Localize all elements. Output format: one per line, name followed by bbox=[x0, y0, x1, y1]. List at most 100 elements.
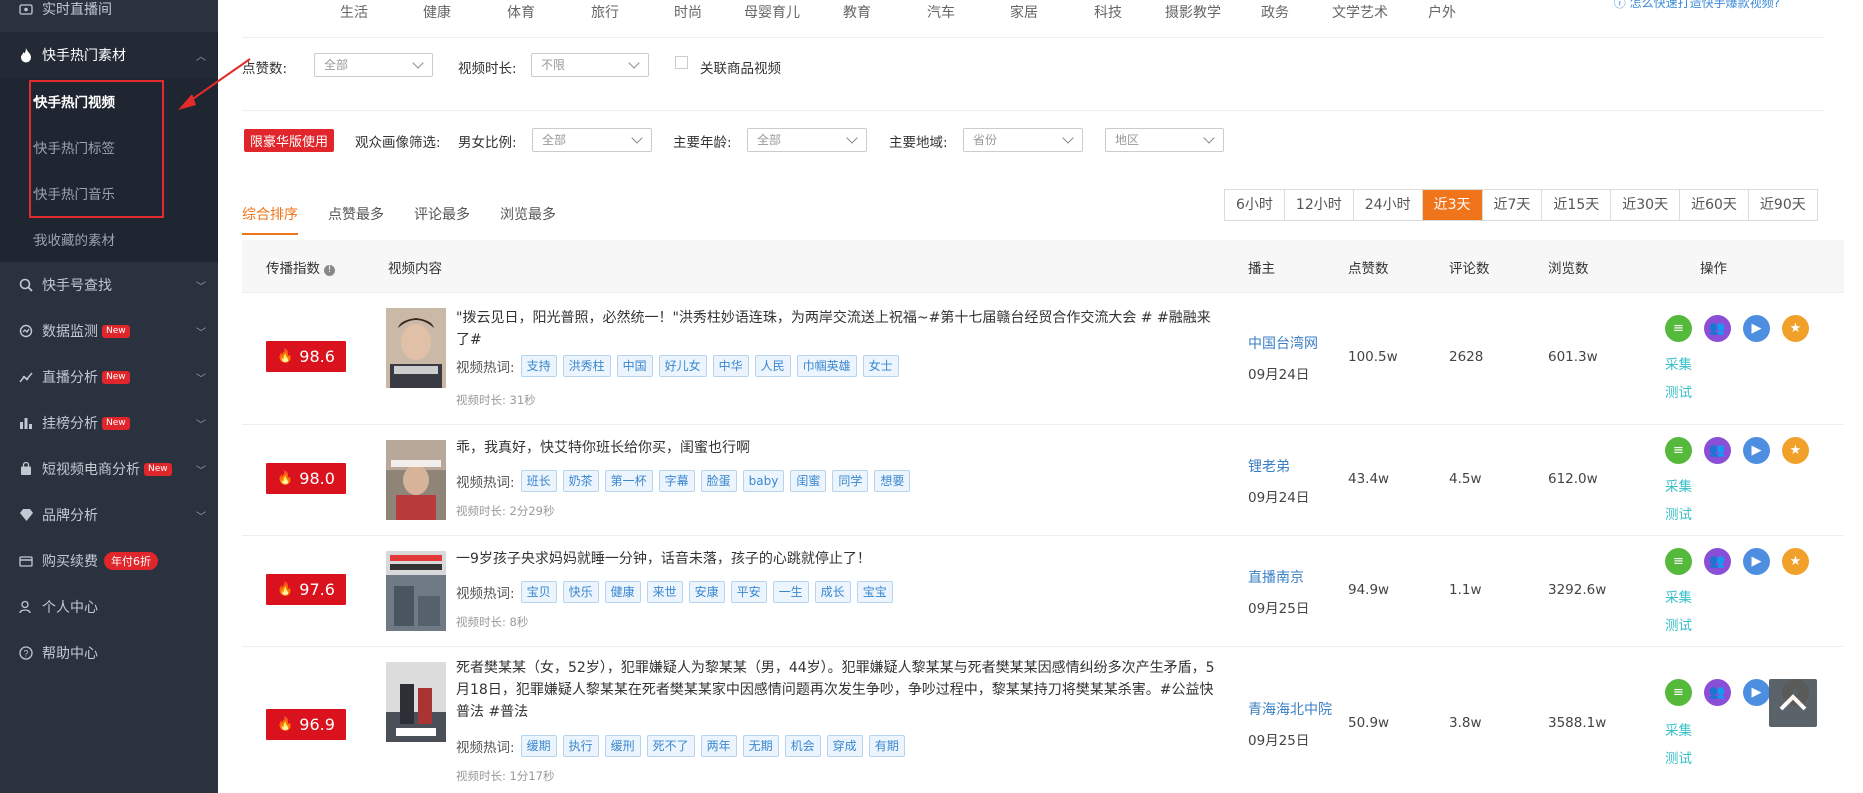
hot-word-tag[interactable]: 两年 bbox=[700, 735, 737, 757]
sidebar-item-ecommerce-analysis[interactable]: 短视频电商分析 New ﹀ bbox=[0, 446, 218, 492]
sidebar-subitem-favorites[interactable]: · 我收藏的素材 bbox=[0, 216, 218, 262]
category-item[interactable]: 摄影教学 bbox=[1165, 2, 1221, 22]
video-title[interactable]: 乖，我真好，快艾特你班长给你买，闺蜜也行啊 bbox=[456, 437, 1224, 459]
category-item[interactable]: 政务 bbox=[1261, 2, 1289, 22]
duration-select[interactable]: 不限 bbox=[531, 53, 649, 77]
list-icon[interactable]: ≡ bbox=[1665, 548, 1692, 575]
hot-word-tag[interactable]: 巾帼英雄 bbox=[796, 355, 857, 377]
time-range-6h[interactable]: 6小时 bbox=[1225, 190, 1285, 220]
product-video-checkbox[interactable] bbox=[675, 56, 688, 69]
list-icon[interactable]: ≡ bbox=[1665, 437, 1692, 464]
category-item[interactable]: 文学艺术 bbox=[1332, 2, 1388, 22]
hot-word-tag[interactable]: 支持 bbox=[520, 355, 557, 377]
hot-word-tag[interactable]: 人民 bbox=[754, 355, 791, 377]
hot-word-tag[interactable]: 闺蜜 bbox=[790, 470, 827, 492]
users-icon[interactable]: 👥 bbox=[1704, 315, 1731, 342]
sidebar-item-profile[interactable]: 个人中心 bbox=[0, 584, 218, 630]
sort-tab-most-comments[interactable]: 评论最多 bbox=[414, 204, 470, 224]
hot-word-tag[interactable]: 健康 bbox=[604, 581, 641, 603]
hot-word-tag[interactable]: 女士 bbox=[862, 355, 899, 377]
time-range-30d[interactable]: 近30天 bbox=[1611, 190, 1681, 220]
video-thumbnail[interactable] bbox=[386, 551, 446, 631]
category-item[interactable]: 旅行 bbox=[591, 2, 619, 22]
hot-word-tag[interactable]: 快乐 bbox=[562, 581, 599, 603]
star-icon[interactable]: ★ bbox=[1782, 315, 1809, 342]
video-title[interactable]: 一9岁孩子央求妈妈就睡一分钟，话音未落，孩子的心跳就停止了！ bbox=[456, 548, 1224, 570]
hot-word-tag[interactable]: 洪秀柱 bbox=[562, 355, 611, 377]
hot-word-tag[interactable]: 平安 bbox=[730, 581, 767, 603]
hot-word-tag[interactable]: 无期 bbox=[742, 735, 779, 757]
hot-word-tag[interactable]: 安康 bbox=[688, 581, 725, 603]
users-icon[interactable]: 👥 bbox=[1704, 548, 1731, 575]
time-range-24h[interactable]: 24小时 bbox=[1353, 190, 1423, 220]
category-item[interactable]: 家居 bbox=[1010, 2, 1038, 22]
sidebar-item-purchase[interactable]: 购买续费 年付6折 bbox=[0, 538, 218, 584]
hot-word-tag[interactable]: 缓期 bbox=[520, 735, 557, 757]
anchor-link[interactable]: 青海海北中院 bbox=[1248, 699, 1332, 719]
anchor-link[interactable]: 锂老弟 bbox=[1248, 456, 1290, 476]
area-select[interactable]: 地区 bbox=[1105, 128, 1224, 152]
play-icon[interactable]: ▶ bbox=[1743, 315, 1770, 342]
hot-word-tag[interactable]: 缓刑 bbox=[604, 735, 641, 757]
video-thumbnail[interactable] bbox=[386, 440, 446, 520]
time-range-3d[interactable]: 近3天 bbox=[1422, 190, 1483, 220]
play-icon[interactable]: ▶ bbox=[1743, 679, 1770, 706]
help-link[interactable]: ⓘ 怎么快速打造快手爆款视频? bbox=[1614, 0, 1780, 11]
time-range-60d[interactable]: 近60天 bbox=[1680, 190, 1749, 220]
users-icon[interactable]: 👥 bbox=[1704, 679, 1731, 706]
hot-word-tag[interactable]: baby bbox=[742, 470, 785, 492]
hot-word-tag[interactable]: 中国 bbox=[616, 355, 653, 377]
star-icon[interactable]: ★ bbox=[1782, 548, 1809, 575]
anchor-link[interactable]: 直播南京 bbox=[1248, 567, 1304, 587]
sort-tab-most-likes[interactable]: 点赞最多 bbox=[328, 204, 384, 224]
sidebar-item-account-search[interactable]: 快手号查找 ﹀ bbox=[0, 262, 218, 308]
time-range-12h[interactable]: 12小时 bbox=[1284, 190, 1354, 220]
collect-link[interactable]: 采集 bbox=[1665, 586, 1692, 606]
hot-word-tag[interactable]: 中华 bbox=[712, 355, 749, 377]
collect-link[interactable]: 采集 bbox=[1665, 353, 1692, 373]
category-item[interactable]: 教育 bbox=[843, 2, 871, 22]
hot-word-tag[interactable]: 有期 bbox=[868, 735, 905, 757]
test-link[interactable]: 测试 bbox=[1665, 503, 1692, 523]
sidebar-item-live-room[interactable]: 实时直播间 bbox=[0, 0, 218, 32]
hot-word-tag[interactable]: 第一杯 bbox=[604, 470, 653, 492]
hot-word-tag[interactable]: 来世 bbox=[646, 581, 683, 603]
sidebar-item-live-analysis[interactable]: 直播分析 New ﹀ bbox=[0, 354, 218, 400]
hot-word-tag[interactable]: 宝宝 bbox=[856, 581, 893, 603]
time-range-7d[interactable]: 近7天 bbox=[1482, 190, 1543, 220]
test-link[interactable]: 测试 bbox=[1665, 614, 1692, 634]
back-to-top-button[interactable] bbox=[1769, 679, 1817, 727]
gender-select[interactable]: 全部 bbox=[532, 128, 652, 152]
sort-tab-most-views[interactable]: 浏览最多 bbox=[500, 204, 556, 224]
category-item[interactable]: 时尚 bbox=[674, 2, 702, 22]
test-link[interactable]: 测试 bbox=[1665, 381, 1692, 401]
collect-link[interactable]: 采集 bbox=[1665, 475, 1692, 495]
age-select[interactable]: 全部 bbox=[747, 128, 867, 152]
collect-link[interactable]: 采集 bbox=[1665, 719, 1692, 739]
time-range-15d[interactable]: 近15天 bbox=[1542, 190, 1612, 220]
info-icon[interactable]: ! bbox=[324, 265, 335, 276]
sort-tab-overall[interactable]: 综合排序 bbox=[242, 204, 298, 224]
star-icon[interactable]: ★ bbox=[1782, 437, 1809, 464]
video-title[interactable]: "拨云见日，阳光普照，必然统一！"洪秀柱妙语连珠，为两岸交流送上祝福~#第十七届… bbox=[456, 307, 1224, 351]
hot-word-tag[interactable]: 死不了 bbox=[646, 735, 695, 757]
hot-word-tag[interactable]: 班长 bbox=[520, 470, 557, 492]
hot-word-tag[interactable]: 同学 bbox=[832, 470, 869, 492]
video-thumbnail[interactable] bbox=[386, 662, 446, 742]
play-icon[interactable]: ▶ bbox=[1743, 437, 1770, 464]
sidebar-item-brand-analysis[interactable]: 品牌分析 ﹀ bbox=[0, 492, 218, 538]
category-item[interactable]: 户外 bbox=[1428, 2, 1456, 22]
hot-word-tag[interactable]: 脸蛋 bbox=[700, 470, 737, 492]
list-icon[interactable]: ≡ bbox=[1665, 679, 1692, 706]
hot-word-tag[interactable]: 好儿女 bbox=[658, 355, 707, 377]
list-icon[interactable]: ≡ bbox=[1665, 315, 1692, 342]
test-link[interactable]: 测试 bbox=[1665, 747, 1692, 767]
likes-select[interactable]: 全部 bbox=[314, 53, 433, 77]
play-icon[interactable]: ▶ bbox=[1743, 548, 1770, 575]
hot-word-tag[interactable]: 穿成 bbox=[826, 735, 863, 757]
hot-word-tag[interactable]: 机会 bbox=[784, 735, 821, 757]
anchor-link[interactable]: 中国台湾网 bbox=[1248, 333, 1318, 353]
video-thumbnail[interactable] bbox=[386, 308, 446, 388]
video-title[interactable]: 死者樊某某（女，52岁），犯罪嫌疑人为黎某某（男，44岁）。犯罪嫌疑人黎某某与死… bbox=[456, 657, 1224, 723]
sidebar-item-data-monitor[interactable]: 数据监测 New ﹀ bbox=[0, 308, 218, 354]
